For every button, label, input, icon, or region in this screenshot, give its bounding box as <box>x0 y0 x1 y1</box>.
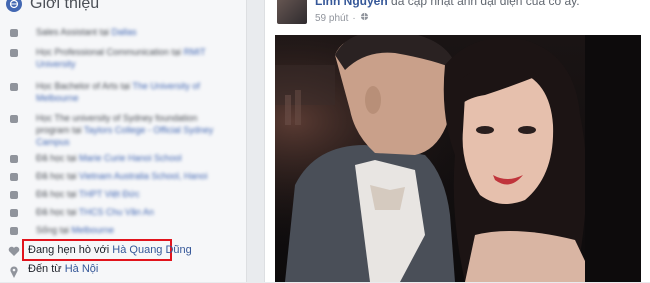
home-icon <box>10 227 18 235</box>
post-action: đã cập nhật ảnh đại diện của cô ấy. <box>391 0 580 8</box>
post-card: Linh Nguyen đã cập nhật ảnh đại diện của… <box>264 0 650 282</box>
intro-item[interactable]: Đã học tại Vietnam Australia School, Han… <box>10 170 226 182</box>
relationship-highlight: Đang hẹn hò với Hà Quang Dũng <box>22 239 192 261</box>
intro-panel: Giới thiệu Sales Assistant tại Dallas Họ… <box>0 0 247 282</box>
intro-item-link[interactable]: THCS Chu Văn An <box>79 207 154 217</box>
intro-item-text: Học Professional Communication tại <box>36 47 184 57</box>
intro-header: Giới thiệu <box>6 0 99 16</box>
intro-item-text: Đã học tại <box>36 153 80 163</box>
graduation-cap-icon <box>10 155 18 163</box>
intro-item-text: Sales Assistant tại <box>36 27 112 37</box>
intro-item[interactable]: Đã học tại THPT Việt Đức <box>10 188 226 200</box>
graduation-cap-icon <box>10 115 18 123</box>
intro-item-text: Sống tại <box>36 225 72 235</box>
graduation-cap-icon <box>10 173 18 181</box>
intro-item-link[interactable]: Melbourne <box>72 225 115 235</box>
post-time[interactable]: 59 phút <box>315 13 348 24</box>
intro-item-text: Đã học tại <box>36 207 79 217</box>
post-header: Linh Nguyen đã cập nhật ảnh đại diện của… <box>315 0 580 8</box>
intro-item[interactable]: Đã học tại Marie Curie Hanoi School <box>10 152 226 164</box>
globe-icon <box>6 0 22 12</box>
intro-item[interactable]: Đã học tại THCS Chu Văn An <box>10 206 226 218</box>
hometown-link[interactable]: Hà Nội <box>65 263 99 275</box>
intro-item-text: Đã học tại <box>36 189 79 199</box>
hometown-label: Đến từ <box>28 263 62 275</box>
author-link[interactable]: Linh Nguyen <box>315 0 388 8</box>
post-meta: 59 phút · <box>315 12 369 24</box>
graduation-cap-icon <box>10 83 18 91</box>
intro-item[interactable]: Sống tại Melbourne <box>10 224 226 236</box>
profile-photo[interactable] <box>275 35 641 282</box>
intro-item-link[interactable]: Dallas <box>112 27 137 37</box>
globe-icon[interactable] <box>360 12 369 24</box>
briefcase-icon <box>10 29 18 37</box>
location-pin-icon <box>10 265 18 283</box>
relationship-label: Đang hẹn hò với <box>28 244 110 256</box>
intro-item-text: Đã học tại <box>36 171 80 181</box>
partner-link[interactable]: Hà Quang Dũng <box>112 244 192 256</box>
intro-item[interactable]: Sales Assistant tại Dallas <box>10 26 226 38</box>
hometown-row: Đến từ Hà Nội <box>28 263 98 275</box>
intro-item-link[interactable]: THPT Việt Đức <box>79 189 140 199</box>
intro-item[interactable]: Học The university of Sydney foundation … <box>10 112 226 148</box>
intro-item[interactable]: Học Professional Communication tại RMIT … <box>10 46 226 70</box>
intro-item-link[interactable]: Marie Curie Hanoi School <box>79 153 182 163</box>
intro-item-link[interactable]: Vietnam Australia School, Hanoi <box>79 171 207 181</box>
graduation-cap-icon <box>10 49 18 57</box>
meta-separator: · <box>352 12 356 24</box>
intro-item-text: Học Bachelor of Arts tại <box>36 81 133 91</box>
intro-item[interactable]: Học Bachelor of Arts tại The University … <box>10 80 226 104</box>
graduation-cap-icon <box>10 191 18 199</box>
graduation-cap-icon <box>10 209 18 217</box>
intro-title: Giới thiệu <box>30 0 100 12</box>
heart-icon <box>8 244 20 262</box>
avatar[interactable] <box>277 0 307 24</box>
